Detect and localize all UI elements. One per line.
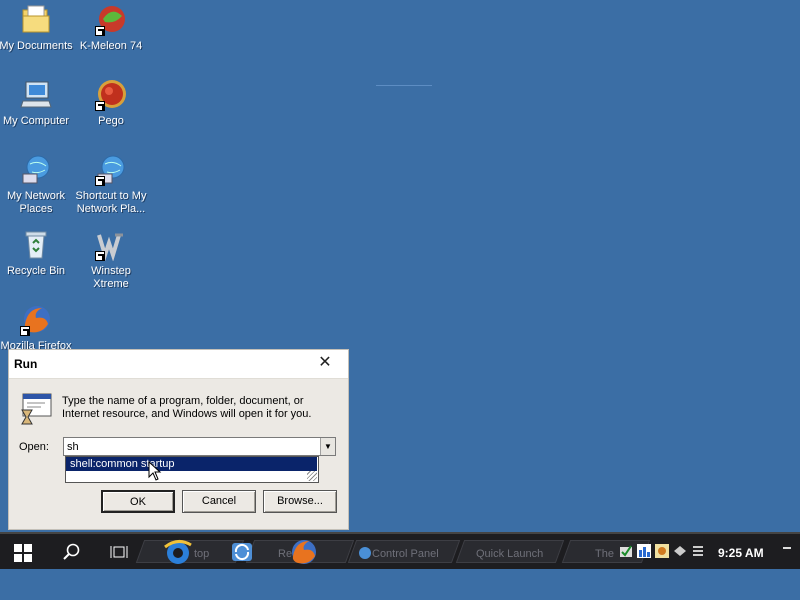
open-combobox[interactable]: ▼ [63,437,336,456]
resize-grip-icon[interactable] [307,471,317,481]
start-windows-icon[interactable] [14,544,32,562]
taskbar-clock[interactable]: 9:25 AM [718,546,764,560]
desktop-icon-label: Winstep Xtreme [91,265,131,290]
close-icon[interactable]: ✕ [316,354,334,372]
desktop-icon-shortcut-network[interactable]: Shortcut to My Network Pla... [73,154,149,216]
internet-explorer-icon[interactable] [163,537,193,567]
shortcut-arrow-icon [20,326,30,336]
tray-network-icon[interactable] [673,544,687,558]
show-desktop-button[interactable] [783,544,791,558]
folder-icon [20,4,52,36]
run-description: Type the name of a program, folder, docu… [62,395,312,420]
run-title: Run [14,357,38,371]
mouse-cursor-icon [148,460,162,481]
desktop-icon-mozilla-firefox[interactable]: Mozilla Firefox [0,304,74,353]
taskbar-tab-label: Quick Launch [476,548,544,560]
shortcut-arrow-icon [95,26,105,36]
desktop-icon-label: My Documents [0,40,73,52]
search-icon[interactable] [62,543,80,561]
winstep-icon [95,229,127,262]
tray-check-icon[interactable] [619,544,633,558]
run-dialog: Run ✕ Type the name of a program, folder… [8,349,349,530]
desktop-icon-pego[interactable]: Pego [73,79,149,128]
desktop-icon-label: Shortcut to My Network Pla... [75,190,147,215]
firefox-icon[interactable] [289,537,319,567]
shortcut-arrow-icon [95,176,105,186]
taskbar: top Re Control Panel Quick Launch The 9:… [0,532,800,569]
desktop-icon-my-network-places[interactable]: My Network Places [0,154,74,216]
desktop-icon-label: My Computer [2,115,70,127]
ok-button[interactable]: OK [101,490,175,513]
firefox-icon [20,304,52,336]
control-panel-icon [359,547,371,559]
run-program-icon [19,392,53,426]
sync-app-icon[interactable] [227,537,257,567]
desktop-icon-label: Recycle Bin [6,265,66,277]
desktop-icon-recycle-bin[interactable]: Recycle Bin [0,229,74,278]
desktop-icon-my-computer[interactable]: My Computer [0,79,74,128]
shortcut-arrow-icon [95,251,105,261]
browse-button[interactable]: Browse... [263,490,337,513]
desktop-artifact-line [376,85,432,86]
desktop-icon-label: Pego [98,115,124,127]
network-globe-icon [95,154,127,186]
taskbar-tab-label: The [595,548,614,560]
network-globe-icon [20,154,52,186]
taskbar-tab-label: Control Panel [372,548,439,560]
tray-volume-icon[interactable] [691,544,705,558]
shortcut-arrow-icon [95,101,105,111]
cancel-button[interactable]: Cancel [182,490,256,513]
task-view-icon[interactable] [110,543,128,561]
taskbar-tab-label: top [194,548,210,560]
recycle-bin-icon [20,229,52,261]
k-meleon-icon [95,4,127,36]
open-label: Open: [19,441,49,453]
tray-chart-icon[interactable] [637,544,651,558]
computer-icon [20,79,52,111]
run-titlebar[interactable]: Run ✕ [9,350,348,379]
open-input[interactable] [67,439,307,454]
desktop-icon-k-meleon[interactable]: K-Meleon 74 [73,4,149,53]
desktop-bottom-strip [0,569,800,600]
pego-icon [95,79,127,111]
chevron-down-icon[interactable]: ▼ [320,438,335,455]
tray-app-icon[interactable] [655,544,669,558]
desktop-icon-label: My Network Places [6,190,66,215]
desktop-icon-my-documents[interactable]: My Documents [0,4,74,53]
desktop-icon-label: K-Meleon 74 [79,40,143,52]
autocomplete-item[interactable]: shell:common startup [66,457,317,471]
autocomplete-dropdown[interactable]: shell:common startup [65,456,319,483]
desktop-icon-winstep-xtreme[interactable]: Winstep Xtreme [73,229,149,291]
